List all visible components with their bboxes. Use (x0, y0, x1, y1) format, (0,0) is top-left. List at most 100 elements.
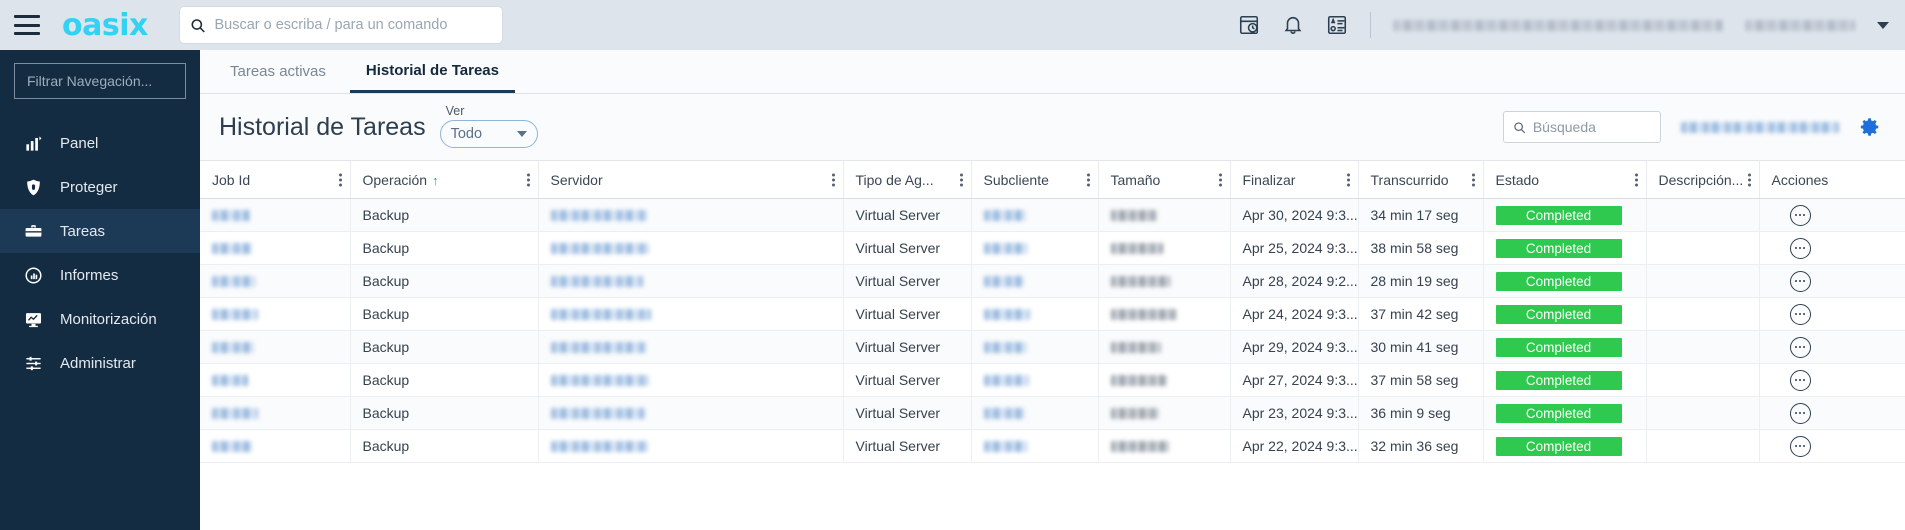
header-link-redacted[interactable] (1681, 121, 1839, 133)
table-search[interactable] (1503, 111, 1661, 143)
more-options-icon[interactable] (1789, 237, 1811, 259)
column-menu-icon[interactable] (959, 171, 963, 188)
gear-icon[interactable] (1859, 116, 1881, 138)
column-header-label: Transcurrido (1370, 171, 1449, 188)
column-header-descripci-n[interactable]: Descripción... (1646, 160, 1760, 199)
column-header-label: Subcliente (983, 171, 1049, 188)
sidebar-item-administrar[interactable]: Administrar (0, 341, 200, 385)
cell-finalizar: Apr 27, 2024 9:3... (1230, 363, 1359, 397)
cell-finalizar: Apr 29, 2024 9:3... (1230, 330, 1359, 364)
sidebar-item-panel[interactable]: Panel (0, 121, 200, 165)
cell-job-id (200, 396, 351, 430)
bell-icon[interactable] (1282, 14, 1304, 36)
cell-operacion: Backup (350, 330, 539, 364)
cell-transcurrido: 34 min 17 seg (1358, 198, 1484, 232)
chevron-down-icon[interactable] (1877, 21, 1889, 29)
cell-acciones (1759, 429, 1905, 463)
column-header-acciones[interactable]: Acciones (1759, 160, 1905, 199)
ver-filter-select[interactable]: Todo (439, 120, 538, 148)
cell-subcliente (971, 231, 1099, 265)
table-row[interactable]: Backup Virtual Server Apr 22, 2024 9:3... 3… (200, 429, 1905, 463)
sidebar-item-informes[interactable]: Informes (0, 253, 200, 297)
cell-operacion: Backup (350, 264, 539, 298)
main-content: Tareas activas Historial de Tareas Histo… (200, 50, 1905, 530)
column-menu-icon[interactable] (1346, 171, 1350, 188)
column-menu-icon[interactable] (526, 171, 530, 188)
global-search-input[interactable] (214, 17, 492, 33)
cell-servidor (538, 330, 844, 364)
column-header-tipo-de-ag[interactable]: Tipo de Ag... (843, 160, 972, 199)
sidebar-nav: Panel Proteger Tareas Informes Monitoriz… (0, 121, 200, 385)
column-menu-icon[interactable] (338, 171, 342, 188)
column-menu-icon[interactable] (1218, 171, 1222, 188)
column-header-label: Finalizar (1242, 171, 1296, 188)
table-row[interactable]: Backup Virtual Server Apr 29, 2024 9:3... 3… (200, 330, 1905, 364)
column-menu-icon[interactable] (1747, 171, 1751, 188)
page-header-actions (1503, 111, 1881, 143)
table-row[interactable]: Backup Virtual Server Apr 27, 2024 9:3... 3… (200, 363, 1905, 397)
column-header-finalizar[interactable]: Finalizar (1230, 160, 1359, 199)
sidebar-item-monitorizacion[interactable]: Monitorización (0, 297, 200, 341)
more-options-icon[interactable] (1789, 303, 1811, 325)
account-user-redacted (1745, 19, 1855, 31)
cell-finalizar: Apr 30, 2024 9:3... (1230, 198, 1359, 232)
table-row[interactable]: Backup Virtual Server Apr 23, 2024 9:3... 3… (200, 396, 1905, 430)
column-menu-icon[interactable] (1634, 171, 1638, 188)
sidebar-item-tareas[interactable]: Tareas (0, 209, 200, 253)
cell-tamano (1098, 396, 1231, 430)
more-options-icon[interactable] (1789, 336, 1811, 358)
tab-historial-de-tareas[interactable]: Historial de Tareas (349, 50, 515, 93)
column-header-operaci-n[interactable]: Operación ↑ (350, 160, 539, 199)
table-row[interactable]: Backup Virtual Server Apr 28, 2024 9:2... 2… (200, 264, 1905, 298)
column-header-transcurrido[interactable]: Transcurrido (1358, 160, 1484, 199)
table-row[interactable]: Backup Virtual Server Apr 25, 2024 9:3... 3… (200, 231, 1905, 265)
column-menu-icon[interactable] (1471, 171, 1475, 188)
column-menu-icon[interactable] (831, 171, 835, 188)
column-header-label: Tamaño (1110, 171, 1161, 188)
search-icon (1514, 121, 1526, 133)
global-search[interactable] (179, 7, 502, 43)
column-header-estado[interactable]: Estado (1483, 160, 1647, 199)
status-badge: Completed (1495, 337, 1622, 357)
more-options-icon[interactable] (1789, 402, 1811, 424)
column-header-tama-o[interactable]: Tamaño (1098, 160, 1231, 199)
divider (1370, 12, 1371, 38)
column-header-servidor[interactable]: Servidor (538, 160, 844, 199)
column-header-job-id[interactable]: Job Id (200, 160, 351, 199)
task-list-icon[interactable] (1326, 14, 1348, 36)
column-header-subcliente[interactable]: Subcliente (971, 160, 1099, 199)
cell-transcurrido: 37 min 42 seg (1358, 297, 1484, 331)
table-row[interactable]: Backup Virtual Server Apr 30, 2024 9:3... 3… (200, 198, 1905, 232)
more-options-icon[interactable] (1789, 369, 1811, 391)
column-menu-icon[interactable] (1086, 171, 1090, 188)
page-header: Historial de Tareas Ver Todo (200, 94, 1905, 160)
cell-descripcion (1646, 396, 1760, 430)
table-row[interactable]: Backup Virtual Server Apr 24, 2024 9:3... 3… (200, 297, 1905, 331)
cell-estado: Completed (1483, 330, 1647, 364)
table-search-input[interactable] (1532, 119, 1651, 135)
more-options-icon[interactable] (1789, 270, 1811, 292)
app-logo: oasix (62, 7, 148, 43)
column-header-label: Operación (362, 171, 428, 188)
report-clock-icon[interactable] (1238, 14, 1260, 36)
sidebar-item-label: Panel (60, 134, 99, 152)
cell-servidor (538, 231, 844, 265)
nav-filter-input[interactable] (27, 73, 173, 89)
column-header-label: Descripción... (1658, 171, 1744, 188)
cell-estado: Completed (1483, 231, 1647, 265)
more-options-icon[interactable] (1789, 435, 1811, 457)
sidebar-item-proteger[interactable]: Proteger (0, 165, 200, 209)
hamburger-icon[interactable] (14, 15, 40, 35)
cell-estado: Completed (1483, 198, 1647, 232)
topbar-actions (1238, 0, 1905, 50)
nav-filter[interactable] (14, 63, 186, 99)
cell-operacion: Backup (350, 396, 539, 430)
sidebar-item-label: Monitorización (60, 310, 157, 328)
status-badge: Completed (1495, 403, 1622, 423)
tab-tareas-activas[interactable]: Tareas activas (214, 50, 342, 93)
cell-tipo-de-agente: Virtual Server (843, 198, 972, 232)
more-options-icon[interactable] (1789, 204, 1811, 226)
cell-operacion: Backup (350, 297, 539, 331)
table-header-row: Job Id Operación ↑ Servidor Tipo de Ag... Sub… (200, 160, 1905, 199)
cell-transcurrido: 32 min 36 seg (1358, 429, 1484, 463)
